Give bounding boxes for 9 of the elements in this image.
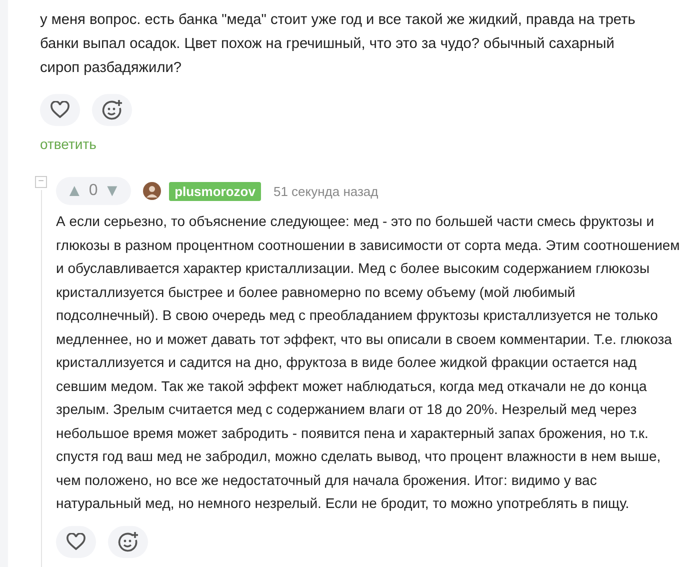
upvote-button[interactable]: ▲ — [66, 181, 83, 201]
username-badge[interactable]: plusmorozov — [168, 182, 262, 200]
comment-time: 51 секунда назад — [273, 184, 378, 198]
collapse-button[interactable]: − — [35, 176, 47, 188]
comment-text: у меня вопрос. есть банка "меда" стоит уже год и все такой же жидкий, правда на треть банки выпал осадок. Цвет похож на гречишный, что это за чудо? обычный сахарный сироп разбадяжили? — [40, 11, 636, 78]
vote-count: 0 — [88, 182, 98, 200]
downvote-button[interactable]: ▼ — [104, 181, 121, 201]
comment-text: А если серьезно, то объяснение следующее: мед - это по большей части смесь фруктозы и глюкозы в разном процентном соотношении в зависимости от сорта меда. Этим соотношением и обуславливается характер кристаллизации. Мед с более высоким содержанием глюкозы кристаллизуется быстрее и более равномерно по всему объему (мой любимый подсолнечный). В свою очередь мед с преобладанием фруктозы кристаллизуется не только медленнее, но и может давать тот эффект, что вы описали в своем комментарии. Т.е. глюкоза кристаллизуется и садится на дно, фруктоза в виде более жидкой фракции остается над севшим медом. Так же такой эффект может наблюдаться, когда мед откачали не до конца зрелым. Зрелым считается мед с содержанием влаги от 18 до 20%. Незрелый мед через небольшое время может забродить - появится пена и характерный запах брожения, но т.к. спустя год ваш мед не забродил, можно сделать вывод, что процент влажности в нем выше, чем положено, но все же недостаточный для начала брожения. Итог: видимо у вас натуральный мед, но немного незрелый. Если не бродит, то можно употреблять в пищу. — [56, 212, 680, 513]
reply-link[interactable]: ответить — [40, 136, 96, 152]
